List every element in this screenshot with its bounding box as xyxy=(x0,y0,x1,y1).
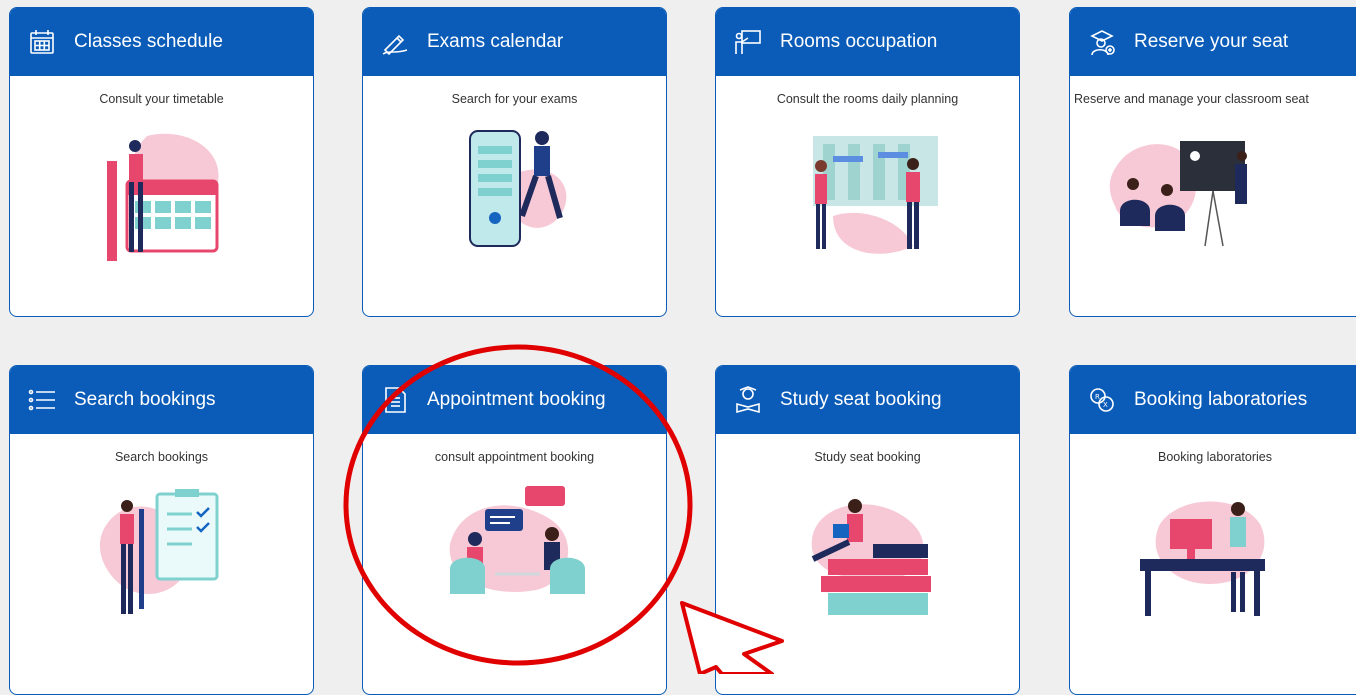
card-description: Consult your timetable xyxy=(99,92,224,106)
study-person-icon xyxy=(736,386,760,414)
card-title: Study seat booking xyxy=(780,389,942,410)
card-title: Classes schedule xyxy=(74,31,223,52)
card-header[interactable]: RX Booking laboratories xyxy=(1070,366,1356,434)
card-description: Consult the rooms daily planning xyxy=(776,92,959,106)
card-description: Booking laboratories xyxy=(1158,450,1272,464)
card-description: consult appointment booking xyxy=(434,450,595,464)
card-header[interactable]: Classes schedule xyxy=(10,8,313,76)
card-title: Reserve your seat xyxy=(1134,31,1289,52)
card-title: Booking laboratories xyxy=(1134,389,1308,410)
card-header[interactable]: Reserve your seat xyxy=(1070,8,1356,76)
card-header[interactable]: Appointment booking xyxy=(363,366,666,434)
laboratory-desk-illustration xyxy=(1140,501,1265,616)
card-booking-laboratories[interactable]: RX Booking laboratories Booking laborato… xyxy=(1069,365,1356,695)
presentation-board-icon xyxy=(735,30,761,54)
card-header[interactable]: Exams calendar xyxy=(363,8,666,76)
translate-icon: RX xyxy=(1090,388,1114,412)
card-description: Search bookings xyxy=(114,450,209,464)
card-appointment-booking[interactable]: Appointment booking consult appointment … xyxy=(362,365,667,695)
exams-phone-illustration xyxy=(468,130,566,247)
appointment-meeting-illustration xyxy=(449,486,585,594)
calendar-icon xyxy=(30,30,54,54)
card-reserve-your-seat[interactable]: Reserve your seat Reserve and manage you… xyxy=(1069,7,1356,317)
calendar-illustration xyxy=(106,133,219,261)
card-title: Rooms occupation xyxy=(780,31,938,52)
card-description: Search for your exams xyxy=(451,92,578,106)
card-description: Study seat booking xyxy=(814,450,921,464)
document-icon xyxy=(385,387,406,413)
card-header[interactable]: Search bookings xyxy=(10,366,313,434)
list-icon xyxy=(28,389,55,411)
card-header[interactable]: Study seat booking xyxy=(716,366,1019,434)
classroom-seat-illustration xyxy=(1109,141,1247,247)
card-title: Exams calendar xyxy=(427,31,564,52)
student-add-icon xyxy=(1090,30,1115,56)
card-classes-schedule[interactable]: Classes schedule Consult your timetable xyxy=(9,7,314,317)
clipboard-checklist-illustration xyxy=(99,489,218,614)
card-exams-calendar[interactable]: Exams calendar Search for your exams xyxy=(362,7,667,317)
card-header[interactable]: Rooms occupation xyxy=(716,8,1019,76)
pen-writing-icon xyxy=(382,34,408,56)
card-rooms-occupation[interactable]: Rooms occupation Consult the rooms daily… xyxy=(715,7,1020,317)
card-study-seat-booking[interactable]: Study seat booking Study seat booking xyxy=(715,365,1020,695)
card-title: Appointment booking xyxy=(427,389,606,410)
card-search-bookings[interactable]: Search bookings Search bookings xyxy=(9,365,314,695)
card-title: Search bookings xyxy=(74,389,216,410)
svg-text:X: X xyxy=(1103,401,1108,409)
rooms-board-illustration xyxy=(812,136,938,254)
books-study-illustration xyxy=(811,499,931,615)
card-description: Reserve and manage your classroom seat xyxy=(1074,92,1309,106)
svg-text:R: R xyxy=(1095,393,1100,401)
